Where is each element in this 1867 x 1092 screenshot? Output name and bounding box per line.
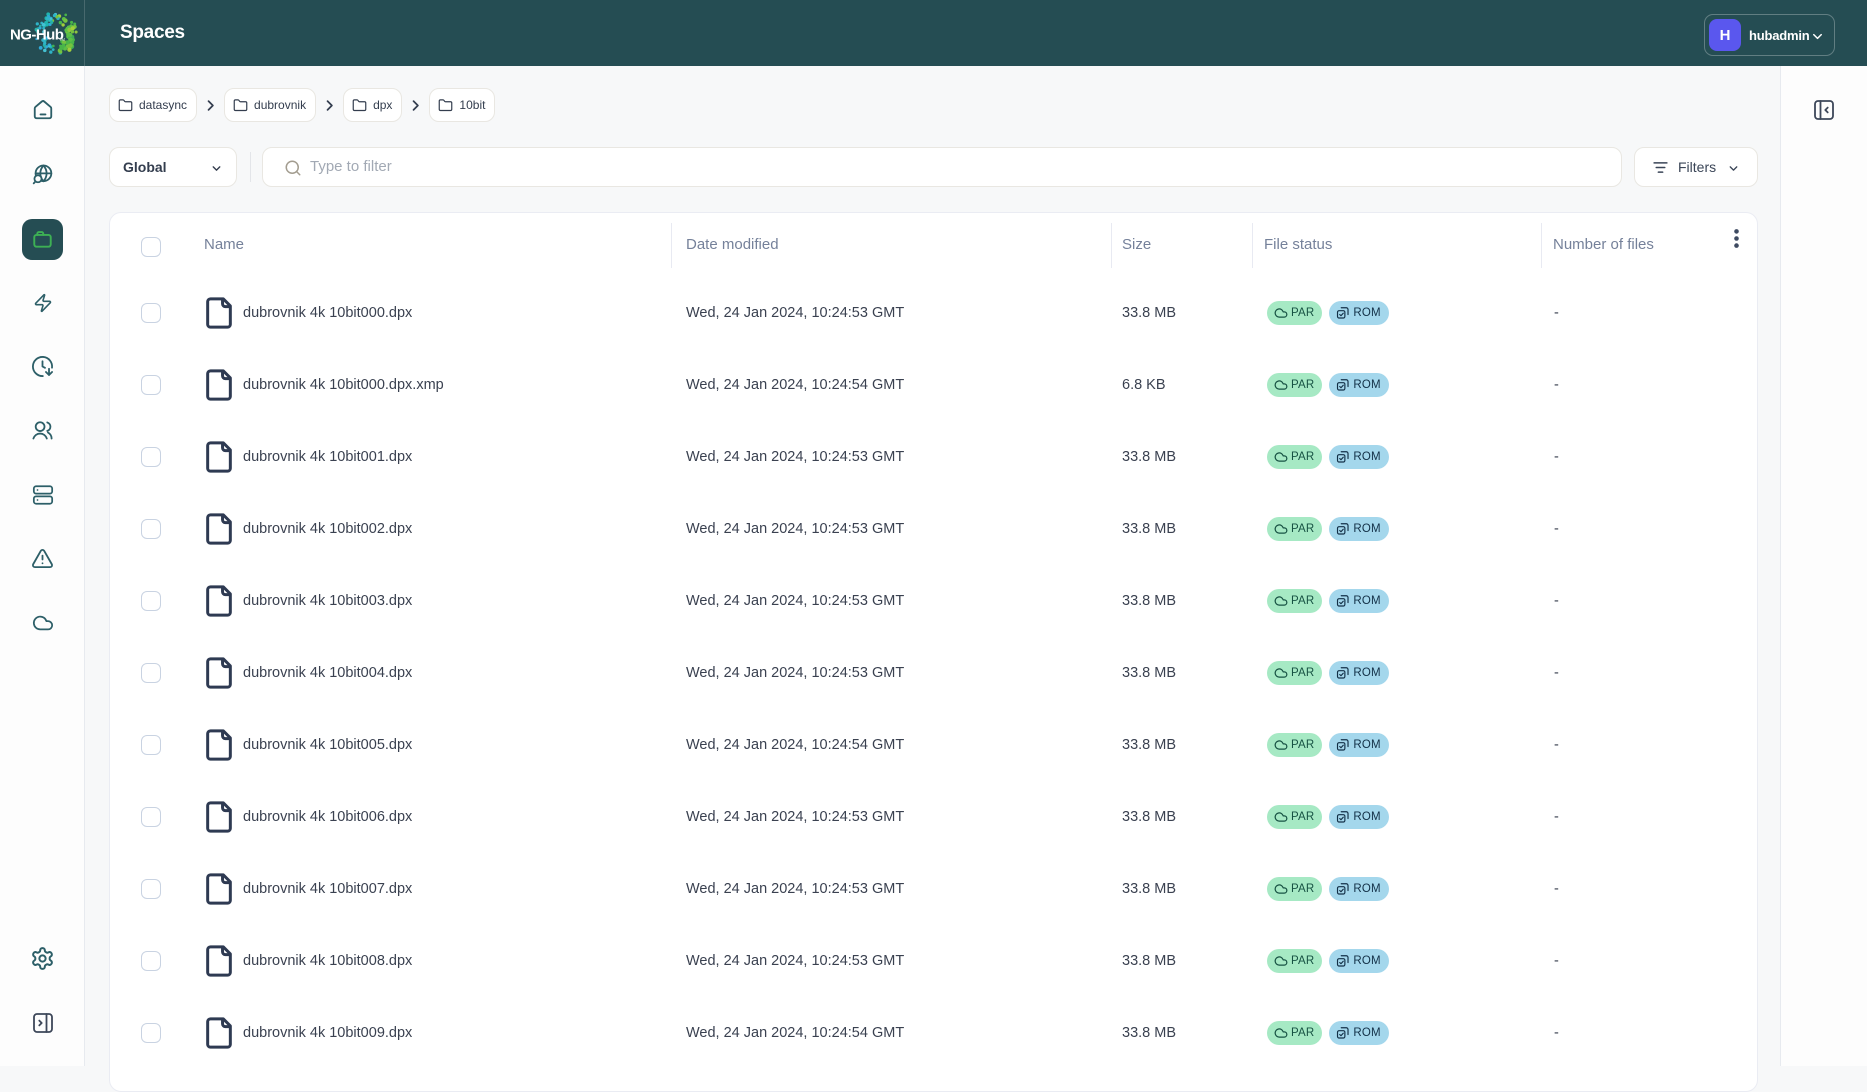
svg-text:NG-Hub: NG-Hub	[10, 27, 64, 44]
svg-text:TM: TM	[59, 37, 66, 42]
